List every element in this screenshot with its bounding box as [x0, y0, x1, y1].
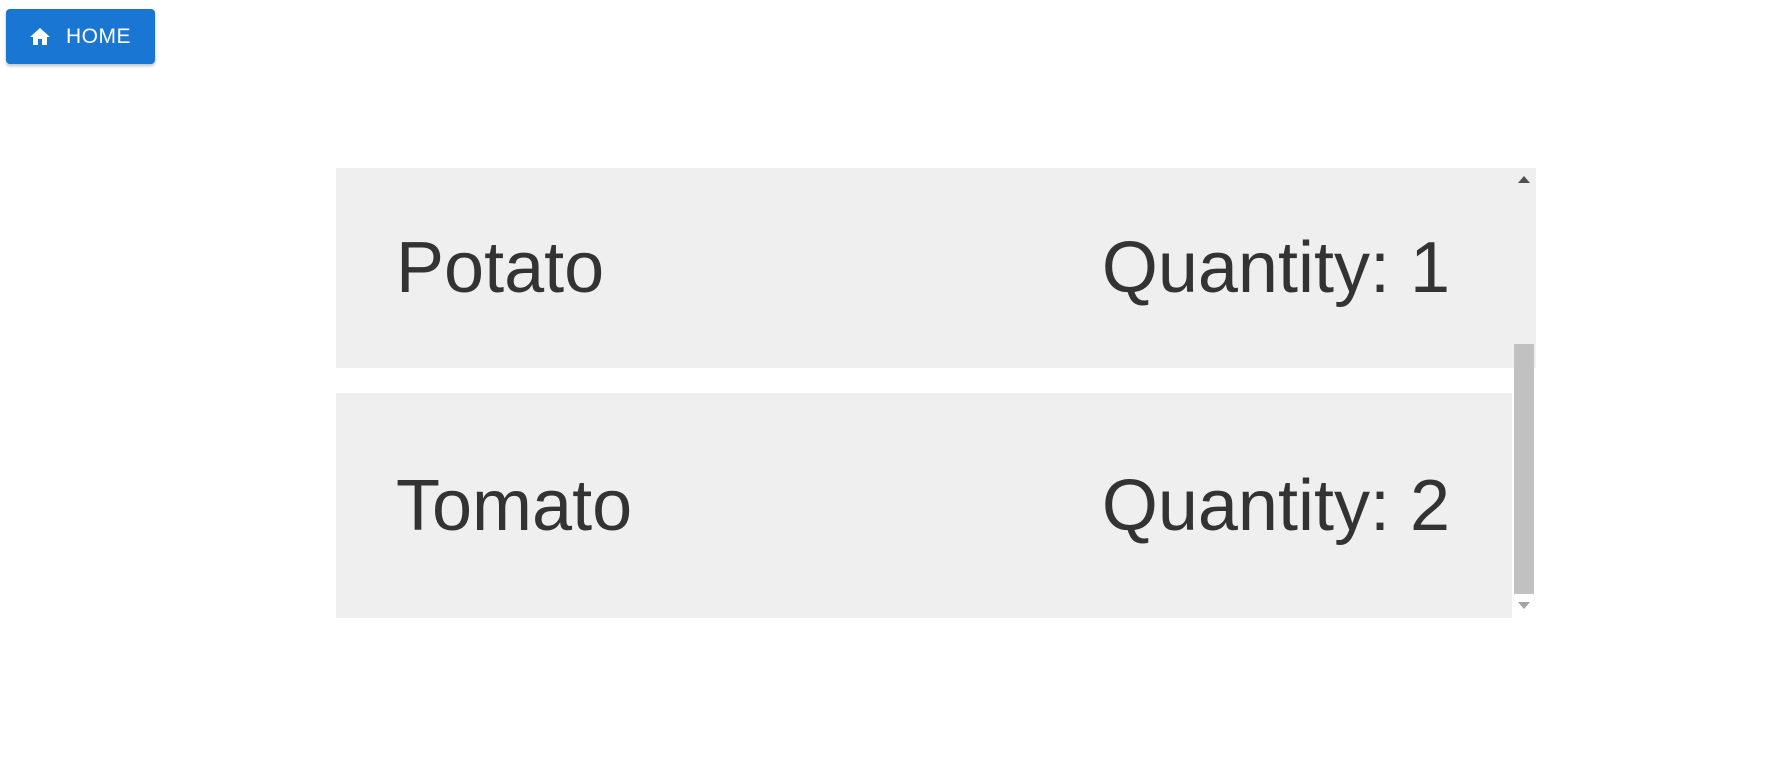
item-name: Tomato — [396, 465, 633, 546]
list-item[interactable]: Tomato Quantity: 2 — [336, 393, 1512, 618]
vertical-scrollbar[interactable] — [1512, 168, 1536, 618]
home-icon — [26, 23, 54, 51]
item-quantity: Quantity: 2 — [1101, 465, 1450, 546]
item-name: Potato — [396, 228, 605, 308]
item-list[interactable]: Potato Quantity: 1 Tomato Quantity: 2 — [336, 168, 1536, 618]
scroll-down-arrow-icon[interactable] — [1518, 602, 1530, 609]
home-button[interactable]: HOME — [6, 9, 155, 64]
list-item[interactable]: Potato Quantity: 1 — [336, 168, 1536, 368]
home-button-label: HOME — [66, 24, 131, 48]
scroll-thumb[interactable] — [1514, 344, 1534, 594]
scroll-up-arrow-icon[interactable] — [1518, 176, 1530, 183]
item-quantity: Quantity: 1 — [1101, 228, 1450, 308]
